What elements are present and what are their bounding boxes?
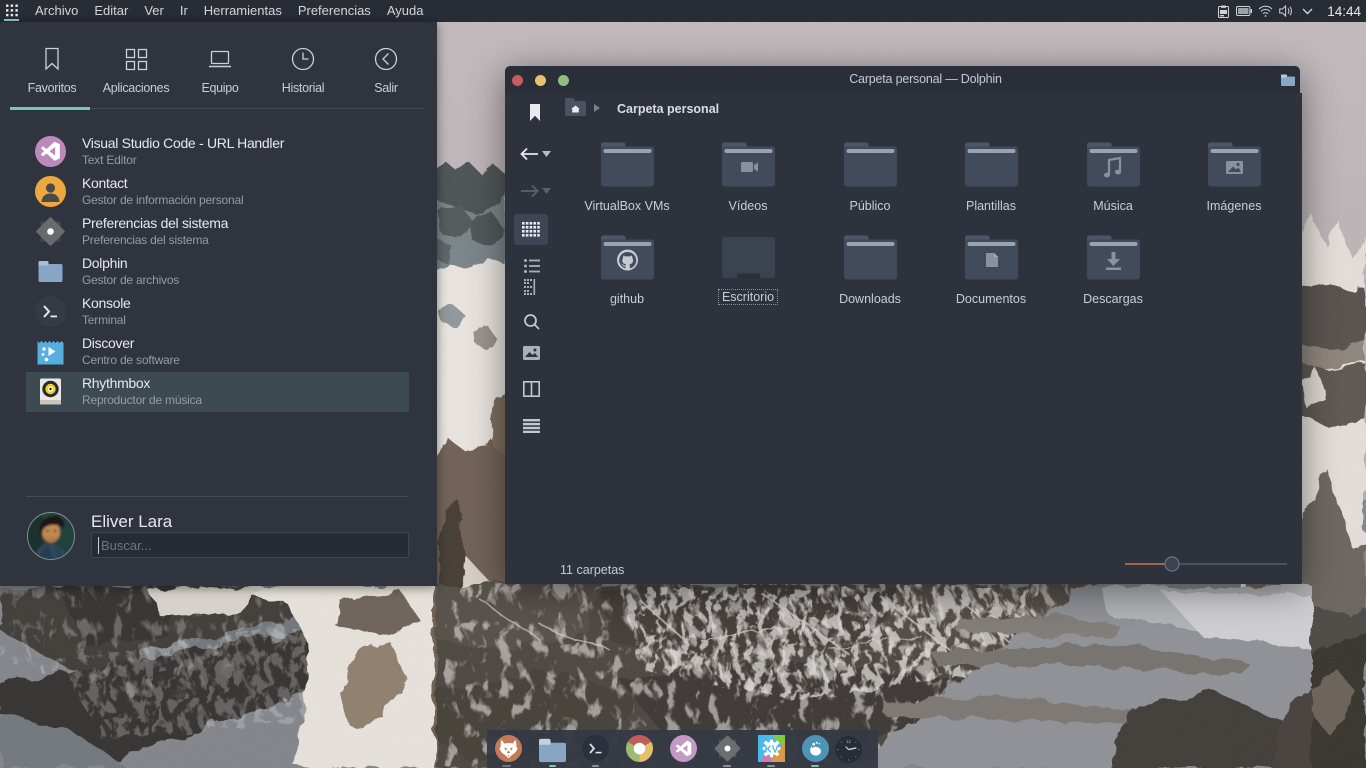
svg-text:KV: KV bbox=[765, 744, 779, 755]
svg-text:12: 12 bbox=[846, 739, 851, 744]
